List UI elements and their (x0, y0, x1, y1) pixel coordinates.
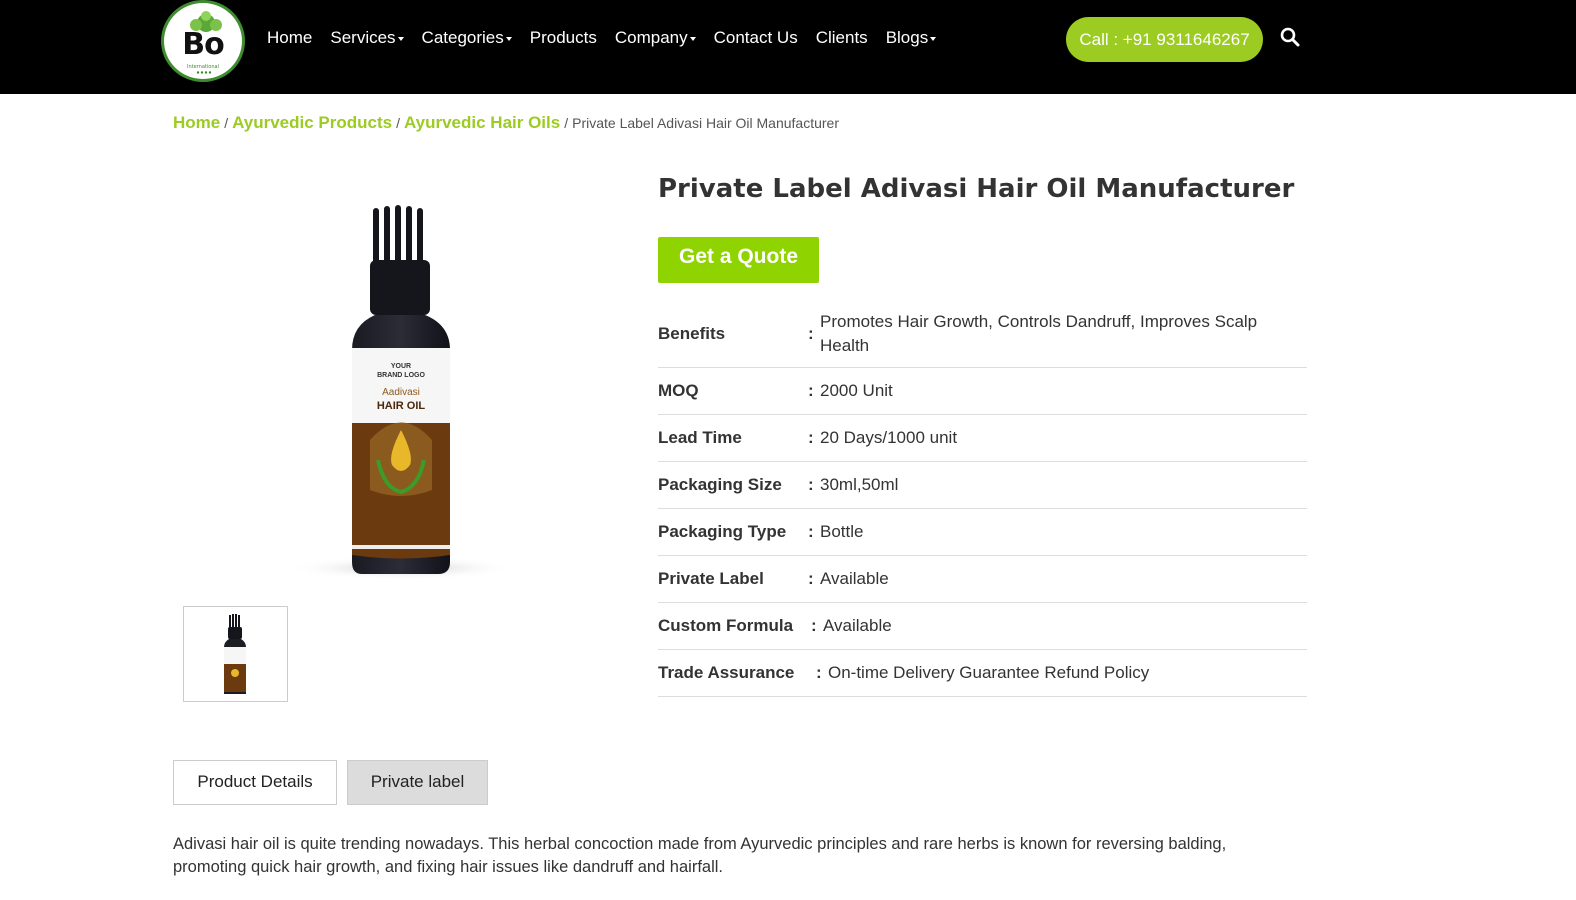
spec-value: Available (820, 569, 889, 588)
spec-row-private-label: Private Label : Available (658, 556, 1307, 603)
spec-row-benefits: Benefits : Promotes Hair Growth, Control… (658, 300, 1307, 368)
spec-colon: : (808, 475, 814, 494)
logo-dots-icon (196, 71, 212, 74)
breadcrumb-ayurvedic-products[interactable]: Ayurvedic Products (232, 113, 392, 132)
nav-company[interactable]: Company (615, 27, 696, 51)
spec-value: Available (823, 616, 892, 635)
label-brand-line1: YOUR (391, 363, 411, 370)
caret-down-icon (505, 36, 512, 41)
spec-colon: : (808, 522, 814, 541)
nav-categories[interactable]: Categories (422, 27, 512, 51)
breadcrumb: Home / Ayurvedic Products / Ayurvedic Hair O… (173, 113, 839, 133)
spec-value: 30ml,50ml (820, 475, 899, 494)
nav-home[interactable]: Home (267, 27, 312, 51)
spec-value: 2000 Unit (820, 381, 893, 400)
call-button[interactable]: Call : +91 9311646267 (1066, 17, 1263, 62)
spec-colon: : (808, 323, 814, 343)
product-specs: Benefits : Promotes Hair Growth, Control… (658, 300, 1307, 697)
spec-label: Packaging Type (658, 522, 787, 541)
breadcrumb-current: Private Label Adivasi Hair Oil Manufactu… (572, 115, 840, 131)
spec-label: Private Label (658, 569, 764, 588)
spec-value: 20 Days/1000 unit (820, 428, 958, 447)
caret-down-icon (930, 36, 937, 41)
spec-row-moq: MOQ : 2000 Unit (658, 368, 1307, 415)
breadcrumb-separator: / (396, 115, 400, 131)
spec-row-packaging-size: Packaging Size : 30ml,50ml (658, 462, 1307, 509)
nav-products[interactable]: Products (530, 27, 597, 51)
breadcrumb-home[interactable]: Home (173, 113, 220, 132)
nav-services[interactable]: Services (330, 27, 404, 51)
spec-colon: : (808, 428, 814, 447)
spec-row-trade-assurance: Trade Assurance : On-time Delivery Guara… (658, 650, 1307, 697)
product-main-image[interactable]: YOUR BRAND LOGO Aadivasi HAIR OIL (280, 190, 530, 590)
spec-colon: : (811, 616, 817, 635)
nav-clients[interactable]: Clients (816, 27, 868, 51)
spec-label: Trade Assurance (658, 663, 795, 682)
breadcrumb-ayurvedic-hair-oils[interactable]: Ayurvedic Hair Oils (404, 113, 560, 132)
spec-label: MOQ (658, 381, 699, 400)
label-brand-line2: BRAND LOGO (377, 372, 425, 379)
tab-product-details[interactable]: Product Details (173, 760, 337, 805)
spec-colon: : (816, 663, 822, 682)
brand-logo[interactable]: Bo International (161, 0, 245, 82)
label-product-name: Aadivasi (382, 387, 420, 398)
spec-value: Bottle (820, 522, 864, 541)
spec-value: Promotes Hair Growth, Controls Dandruff,… (820, 311, 1258, 355)
spec-label: Benefits (658, 323, 726, 343)
thumbnail-bottle-image (224, 614, 246, 694)
get-quote-button[interactable]: Get a Quote (658, 237, 819, 283)
nav-contact-us[interactable]: Contact Us (714, 27, 798, 51)
breadcrumb-separator: / (224, 115, 229, 131)
caret-down-icon (397, 36, 404, 41)
product-title: Private Label Adivasi Hair Oil Manufactu… (658, 174, 1295, 204)
spec-row-packaging-type: Packaging Type : Bottle (658, 509, 1307, 556)
caret-down-icon (689, 36, 696, 41)
spec-colon: : (808, 569, 814, 588)
spec-colon: : (808, 381, 814, 400)
spec-value: On-time Delivery Guarantee Refund Policy (828, 663, 1150, 682)
breadcrumb-separator: / (564, 115, 569, 131)
logo-subtext: International (187, 64, 219, 70)
spec-label: Lead Time (658, 428, 742, 447)
label-product-type: HAIR OIL (377, 400, 426, 412)
top-navbar: Bo International Home Services Categorie… (0, 0, 1576, 94)
main-nav: Home Services Categories Products Compan… (267, 27, 937, 51)
product-thumbnail[interactable] (183, 606, 288, 702)
nav-blogs[interactable]: Blogs (886, 27, 937, 51)
search-icon[interactable] (1280, 27, 1300, 47)
spec-row-lead-time: Lead Time : 20 Days/1000 unit (658, 415, 1307, 462)
tab-private-label[interactable]: Private label (347, 760, 488, 805)
product-description: Adivasi hair oil is quite trending nowad… (173, 835, 1227, 876)
spec-label: Custom Formula (658, 616, 794, 635)
spec-row-custom-formula: Custom Formula : Available (658, 603, 1307, 650)
spec-label: Packaging Size (658, 475, 782, 494)
logo-text: Bo (182, 27, 224, 62)
